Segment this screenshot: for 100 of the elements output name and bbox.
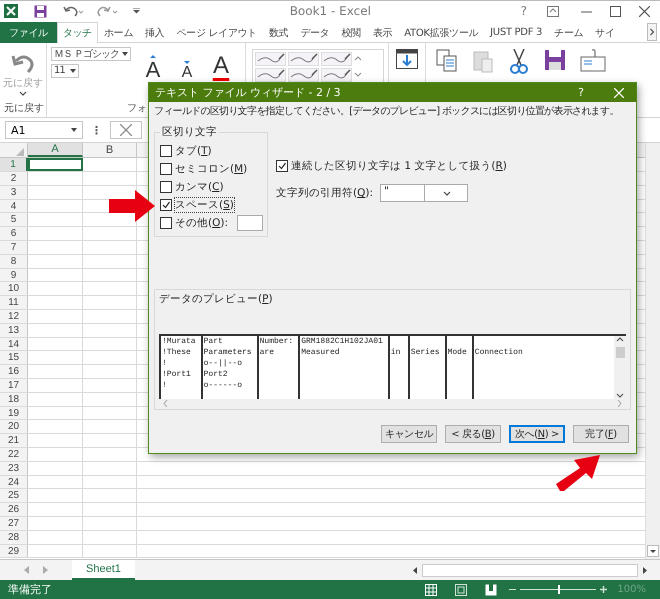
ribbon-display-icon[interactable]: [547, 6, 559, 17]
save-icon[interactable]: [544, 48, 566, 71]
customize-caret-icon[interactable]: [133, 8, 140, 14]
file-tab[interactable]: ファイル: [0, 22, 57, 43]
scroll-right-icon[interactable]: [647, 22, 657, 41]
ribbon-tab[interactable]: JUST PDF 3: [484, 22, 548, 43]
dialog-button[interactable]: < 戻る(B): [445, 425, 501, 443]
checkbox[interactable]: [160, 163, 172, 175]
checkbox-label[interactable]: スペース(S): [175, 198, 234, 212]
scroll-down-icon[interactable]: [647, 545, 659, 558]
copy-icon[interactable]: [436, 48, 458, 73]
row-header[interactable]: 6: [0, 227, 28, 240]
ribbon-tab[interactable]: データ: [294, 22, 336, 43]
page-layout-icon[interactable]: [455, 584, 468, 596]
row-header[interactable]: 17: [0, 379, 28, 392]
checkbox[interactable]: [160, 181, 172, 193]
checkbox-label[interactable]: セミコロン(M): [175, 162, 248, 176]
scissors-icon[interactable]: [508, 48, 530, 75]
row-header[interactable]: 25: [0, 489, 28, 502]
row-header[interactable]: 14: [0, 338, 28, 350]
dialog-button[interactable]: 完了(F): [573, 425, 629, 443]
dialog-button[interactable]: 次へ(N) >: [509, 425, 565, 443]
row-header[interactable]: 21: [0, 434, 28, 448]
row-header[interactable]: 3: [0, 186, 28, 199]
row-header[interactable]: 4: [0, 200, 28, 212]
mail-icon[interactable]: [580, 48, 606, 73]
row-header[interactable]: 8: [0, 254, 28, 268]
ribbon-tab[interactable]: チーム: [548, 22, 590, 43]
font-size-button[interactable]: A: [146, 58, 160, 81]
font-size-button[interactable]: A: [182, 64, 192, 81]
row-header[interactable]: 20: [0, 420, 28, 434]
row-header[interactable]: 10: [0, 282, 28, 296]
ribbon-tab[interactable]: ATOK拡張ツール: [398, 22, 484, 43]
pen-style-icon: [321, 52, 352, 66]
close-icon[interactable]: [639, 6, 650, 17]
row-header[interactable]: 19: [0, 406, 28, 420]
undo-icon[interactable]: [63, 5, 85, 18]
ribbon-tab[interactable]: 表示: [366, 22, 398, 43]
checkbox[interactable]: [276, 160, 288, 172]
checkbox-label[interactable]: タブ(T): [175, 144, 212, 158]
column-header[interactable]: B: [83, 143, 137, 158]
row-header[interactable]: 18: [0, 392, 28, 406]
checkbox[interactable]: [160, 217, 172, 229]
scrollbar-thumb[interactable]: [616, 346, 624, 358]
ribbon-tab[interactable]: 数式: [262, 22, 294, 43]
row-header[interactable]: 9: [0, 268, 28, 282]
download-icon[interactable]: [396, 48, 418, 69]
checkbox[interactable]: [160, 145, 172, 157]
row-header[interactable]: 16: [0, 365, 28, 378]
font-color-button[interactable]: A: [212, 54, 229, 78]
ribbon-tab[interactable]: 挿入: [139, 22, 170, 43]
ribbon-tab[interactable]: ページ レイアウト: [170, 22, 263, 43]
cancel-button[interactable]: [110, 121, 142, 140]
row-header[interactable]: 27: [0, 517, 28, 530]
checkbox[interactable]: [160, 199, 172, 211]
row-header[interactable]: 7: [0, 241, 28, 254]
row-header[interactable]: 28: [0, 530, 28, 544]
scroll-down-icon[interactable]: [616, 392, 624, 399]
row-header[interactable]: 15: [0, 351, 28, 364]
row-header[interactable]: 2: [0, 172, 28, 185]
ribbon-tab[interactable]: タッチ: [56, 22, 98, 43]
ribbon-tab[interactable]: サイ: [589, 22, 621, 43]
dialog-button[interactable]: キャンセル: [381, 425, 437, 443]
row-header[interactable]: 1: [0, 158, 28, 172]
font-size-dropdown[interactable]: 11: [51, 64, 79, 78]
row-header[interactable]: 13: [0, 324, 28, 337]
preview-text: Part: [204, 336, 224, 347]
help-button[interactable]: ?: [578, 86, 584, 99]
row-header[interactable]: 23: [0, 462, 28, 475]
normal-view-icon[interactable]: [425, 584, 438, 596]
row-header[interactable]: 5: [0, 213, 28, 226]
check-icon: [161, 200, 171, 210]
help-button[interactable]: ?: [520, 4, 527, 18]
checkbox-label[interactable]: 連続した区切り文字は 1 文字として扱う(R): [291, 159, 507, 173]
input-field[interactable]: [237, 215, 264, 231]
more-button[interactable]: ⋮: [91, 124, 102, 137]
selected-cell[interactable]: [28, 158, 83, 172]
font-name-dropdown[interactable]: ＭＳ Ｐゴシック: [51, 46, 131, 61]
caret-icon[interactable]: [19, 90, 27, 96]
row-header[interactable]: 11: [0, 296, 28, 310]
scroll-up-icon[interactable]: [616, 336, 624, 342]
row-header[interactable]: 12: [0, 310, 28, 323]
name-box[interactable]: A1: [5, 121, 83, 140]
row-header[interactable]: 26: [0, 503, 28, 516]
redo-icon[interactable]: [97, 5, 119, 18]
row-header[interactable]: 22: [0, 448, 28, 461]
zoom-slider-thumb[interactable]: [558, 585, 560, 594]
ribbon-tab[interactable]: 校閲: [335, 22, 367, 43]
ribbon-tab[interactable]: ホーム: [98, 22, 140, 43]
row-header[interactable]: 29: [0, 544, 28, 558]
sheet-tab[interactable]: Sheet1: [72, 560, 135, 580]
row-header[interactable]: 24: [0, 476, 28, 488]
zoom-in-icon[interactable]: [600, 586, 608, 594]
save-icon[interactable]: [34, 4, 47, 18]
quote-dropdown[interactable]: ": [380, 184, 468, 202]
page-break-icon[interactable]: [485, 584, 498, 596]
checkbox-label[interactable]: その他(O):: [175, 216, 228, 230]
maximize-icon[interactable]: [610, 6, 621, 17]
column-header[interactable]: A: [28, 143, 83, 158]
checkbox-label[interactable]: カンマ(C): [175, 180, 224, 194]
